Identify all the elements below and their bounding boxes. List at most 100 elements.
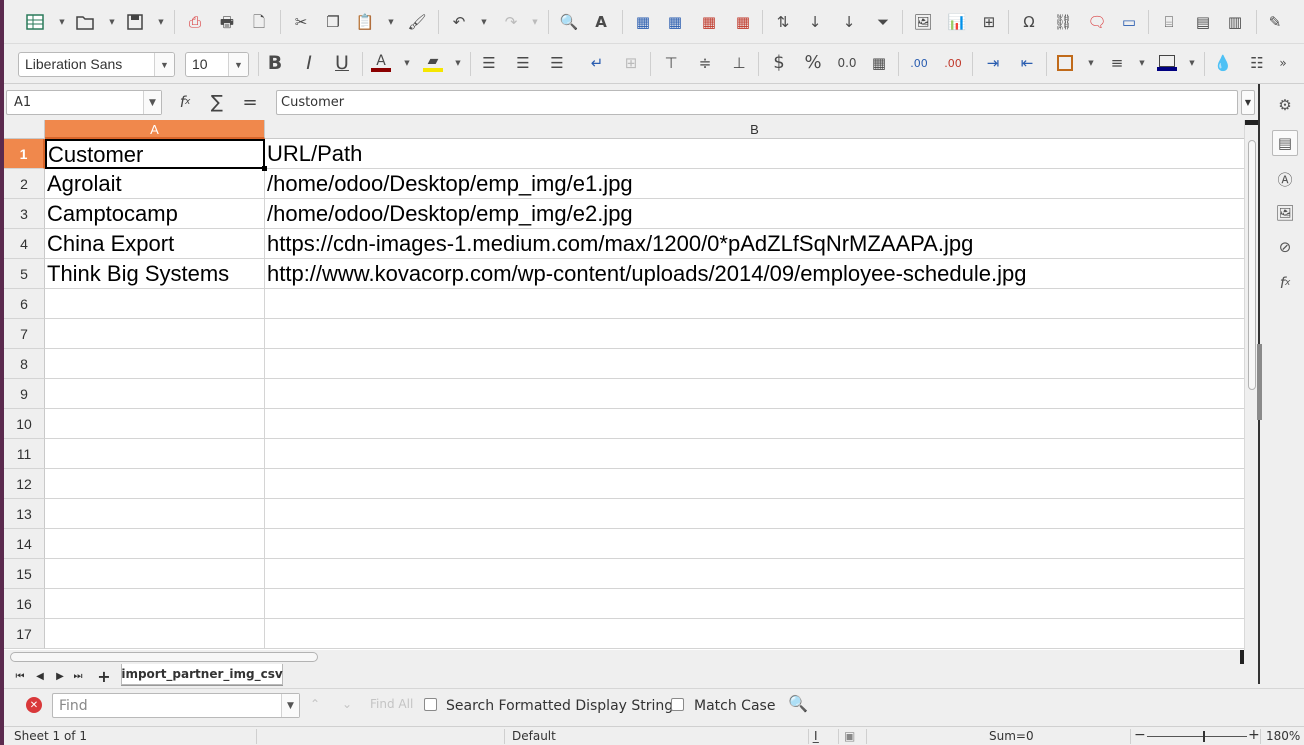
paste-icon[interactable]: 📋 — [352, 9, 378, 35]
cell-b10[interactable] — [265, 409, 1244, 439]
chevron-down-icon[interactable]: ▼ — [58, 18, 66, 26]
horizontal-scroll-thumb[interactable] — [10, 652, 318, 662]
chevron-down-icon[interactable]: ▼ — [1188, 59, 1196, 67]
chevron-down-icon[interactable]: ▼ — [228, 53, 248, 76]
border-style-icon[interactable]: ≡ — [1104, 50, 1130, 76]
column-icon[interactable]: ▦ — [662, 9, 688, 35]
special-character-icon[interactable]: Ω — [1016, 9, 1042, 35]
cell-b12[interactable] — [265, 469, 1244, 499]
row-header[interactable]: 15 — [4, 559, 45, 589]
navigator-icon[interactable]: ⊘ — [1272, 234, 1298, 260]
cell-a9[interactable] — [45, 379, 265, 409]
previous-sheet-icon[interactable]: ◀ — [32, 667, 48, 685]
border-color-icon[interactable] — [1154, 50, 1180, 76]
font-size-combo[interactable]: 10 ▼ — [185, 52, 249, 77]
font-name-combo[interactable]: Liberation Sans ▼ — [18, 52, 175, 77]
align-bottom-icon[interactable]: ⊥ — [726, 50, 752, 76]
cell-b6[interactable] — [265, 289, 1244, 319]
vertical-scrollbar[interactable] — [1244, 120, 1259, 650]
date-format-icon[interactable]: ▦ — [866, 50, 892, 76]
cell-a10[interactable] — [45, 409, 265, 439]
find-replace-dialog-icon[interactable]: 🔍 — [788, 694, 808, 713]
draw-functions-icon[interactable]: ✎ — [1262, 9, 1288, 35]
cell-a16[interactable] — [45, 589, 265, 619]
cell-a15[interactable] — [45, 559, 265, 589]
next-sheet-icon[interactable]: ▶ — [52, 667, 68, 685]
insert-image-icon[interactable]: 🖼 — [910, 9, 936, 35]
print-icon[interactable]: 🖶 — [214, 9, 240, 35]
add-sheet-icon[interactable]: + — [96, 667, 112, 686]
row-header[interactable]: 17 — [4, 619, 45, 649]
last-sheet-icon[interactable]: ⏭ — [70, 667, 86, 685]
delete-decimal-icon[interactable]: .00 — [940, 50, 966, 76]
row-header[interactable]: 12 — [4, 469, 45, 499]
first-sheet-icon[interactable]: ⏮ — [12, 667, 28, 685]
sidebar-collapse-handle[interactable] — [1257, 344, 1262, 420]
cell-a11[interactable] — [45, 439, 265, 469]
row-header[interactable]: 1 — [4, 139, 45, 169]
align-center-icon[interactable]: ☰ — [510, 50, 536, 76]
insert-mode-icon[interactable]: I̲ — [814, 729, 818, 743]
zoom-in-icon[interactable]: + — [1248, 727, 1260, 743]
cut-icon[interactable]: ✂ — [288, 9, 314, 35]
cell-b1[interactable]: URL/Path — [265, 139, 1244, 169]
row-header[interactable]: 16 — [4, 589, 45, 619]
vertical-scroll-thumb[interactable] — [1248, 140, 1256, 390]
chevron-down-icon[interactable]: ▼ — [281, 694, 299, 717]
expand-formula-bar-icon[interactable]: ▼ — [1241, 90, 1255, 115]
name-box[interactable]: A1 ▼ — [6, 90, 162, 115]
pivot-table-icon[interactable]: ⊞ — [976, 9, 1002, 35]
cell-b17[interactable] — [265, 619, 1244, 649]
cell-a2[interactable]: Agrolait — [45, 169, 265, 199]
align-top-icon[interactable]: ⊤ — [658, 50, 684, 76]
comment-icon[interactable]: 🗨 — [1084, 9, 1110, 35]
header-footer-icon[interactable]: ▭ — [1116, 9, 1142, 35]
find-input[interactable]: Find ▼ — [52, 693, 300, 718]
autofilter-icon[interactable]: ⏷ — [870, 9, 896, 35]
formula-input[interactable]: Customer — [276, 90, 1238, 115]
cell-b7[interactable] — [265, 319, 1244, 349]
row-header[interactable]: 11 — [4, 439, 45, 469]
find-previous-icon[interactable]: ⌃ — [310, 697, 320, 711]
cell-b3[interactable]: /home/odoo/Desktop/emp_img/e2.jpg — [265, 199, 1244, 229]
zoom-slider[interactable] — [1147, 736, 1247, 737]
chevron-down-icon[interactable]: ▼ — [454, 59, 462, 67]
cell-b5[interactable]: http://www.kovacorp.com/wp-content/uploa… — [265, 259, 1244, 289]
chevron-down-icon[interactable]: ▼ — [143, 91, 161, 114]
cell-a13[interactable] — [45, 499, 265, 529]
row-header[interactable]: 3 — [4, 199, 45, 229]
formula-icon[interactable]: = — [237, 90, 263, 114]
redo-icon[interactable]: ↷ — [498, 9, 524, 35]
chevron-down-icon[interactable]: ▼ — [480, 18, 488, 26]
properties-icon[interactable]: ▤ — [1272, 130, 1298, 156]
chevron-down-icon[interactable]: ▼ — [1087, 59, 1095, 67]
sidebar-settings-icon[interactable]: ⚙ — [1272, 92, 1298, 118]
horizontal-split-handle[interactable] — [1240, 650, 1244, 664]
cell-a17[interactable] — [45, 619, 265, 649]
spreadsheet-grid[interactable]: A B 1 Customer URL/Path 2 Agrolait/home/odoo… — [4, 120, 1244, 650]
hyperlink-icon[interactable]: ⛓ — [1050, 9, 1076, 35]
chevron-down-icon[interactable]: ▼ — [387, 18, 395, 26]
page-style[interactable]: Default — [512, 729, 556, 743]
cell-a3[interactable]: Camptocamp — [45, 199, 265, 229]
sheet-tab[interactable]: import_partner_img_csv — [121, 664, 283, 685]
sort-ascending-icon[interactable]: ↓ — [802, 9, 828, 35]
cell-a4[interactable]: China Export — [45, 229, 265, 259]
chevron-down-icon[interactable]: ▼ — [157, 18, 165, 26]
functions-icon[interactable]: fx — [1272, 270, 1298, 296]
freeze-rows-icon[interactable]: ▤ — [1190, 9, 1216, 35]
new-spreadsheet-icon[interactable] — [22, 9, 48, 35]
cell-a1[interactable]: Customer — [45, 139, 265, 169]
row-header[interactable]: 9 — [4, 379, 45, 409]
row-header[interactable]: 5 — [4, 259, 45, 289]
zoom-out-icon[interactable]: − — [1134, 727, 1146, 743]
underline-icon[interactable]: U — [329, 50, 355, 76]
chevron-down-icon[interactable]: ▼ — [1138, 59, 1146, 67]
split-window-icon[interactable]: ▥ — [1222, 9, 1248, 35]
cell-a6[interactable] — [45, 289, 265, 319]
row-header[interactable]: 14 — [4, 529, 45, 559]
gallery-icon[interactable]: 🖼 — [1272, 200, 1298, 226]
cell-b9[interactable] — [265, 379, 1244, 409]
find-next-icon[interactable]: ⌄ — [342, 697, 352, 711]
bold-icon[interactable]: B — [262, 50, 288, 76]
